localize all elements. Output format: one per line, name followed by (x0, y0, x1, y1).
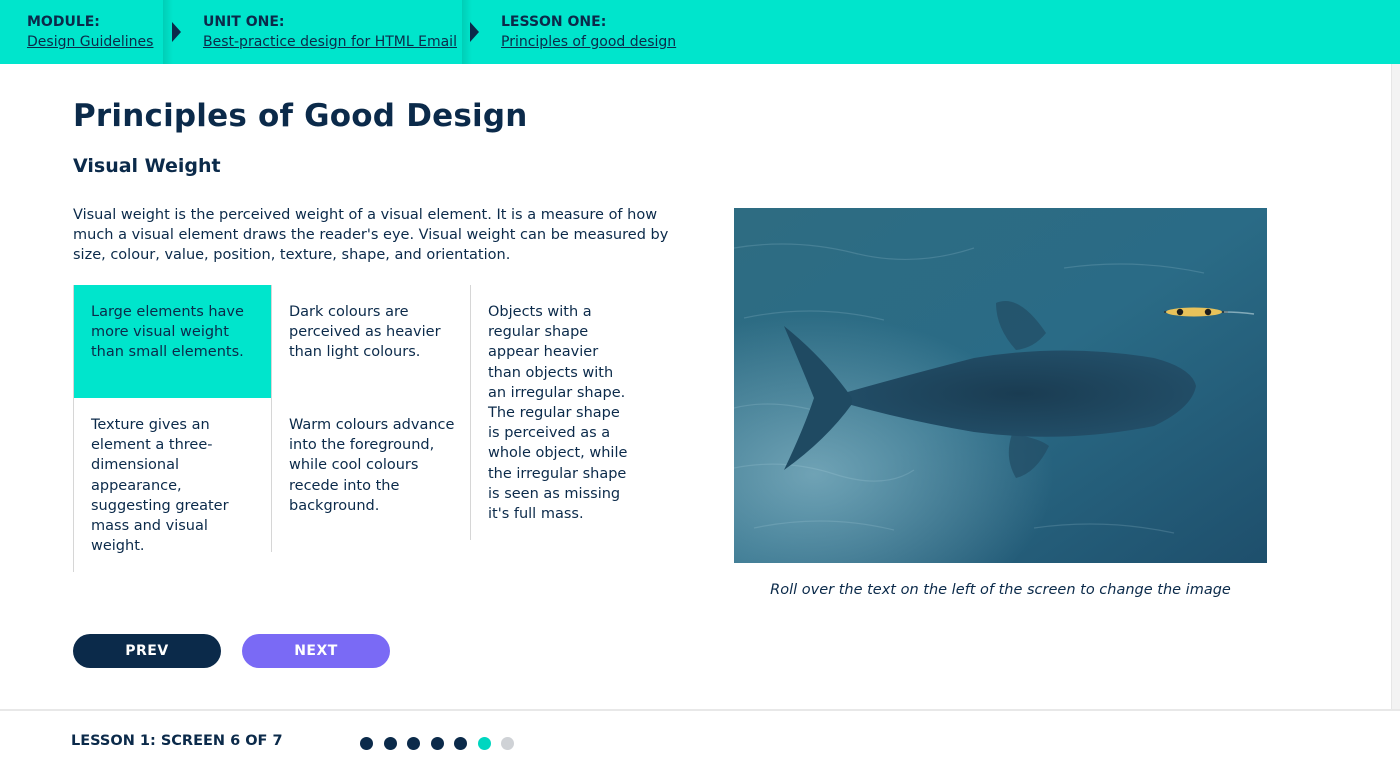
rollover-texture[interactable]: Texture gives an element a three-dimensi… (74, 398, 271, 572)
next-button[interactable]: NEXT (242, 634, 390, 668)
progress-dot-icon[interactable] (454, 737, 467, 750)
breadcrumb-arrow-icon (172, 22, 181, 42)
breadcrumb-module-title: MODULE: (27, 14, 100, 30)
progress-dot-icon[interactable] (477, 737, 491, 750)
image-caption: Roll over the text on the left of the sc… (770, 582, 1231, 598)
progress-dot-icon[interactable] (383, 737, 397, 750)
intro-paragraph: Visual weight is the perceived weight of… (73, 207, 669, 264)
progress-dot-icon[interactable] (430, 737, 444, 750)
progress-dots (360, 737, 514, 750)
progress-dot-icon[interactable] (501, 737, 514, 750)
grid-divider (271, 285, 272, 552)
breadcrumb-lesson-title: LESSON ONE: (501, 14, 607, 30)
breadcrumb-lesson-link[interactable]: Principles of good design (501, 32, 676, 52)
page-title: Principles of Good Design (73, 98, 528, 134)
breadcrumb-module: MODULE: Design Guidelines (27, 0, 153, 64)
breadcrumb-unit: UNIT ONE: Best-practice design for HTML … (203, 0, 457, 64)
breadcrumb-unit-title: UNIT ONE: (203, 14, 285, 30)
progress-label: LESSON 1: SCREEN 6 OF 7 (71, 733, 283, 749)
footer-divider (0, 709, 1400, 711)
scrollbar[interactable] (1391, 64, 1400, 709)
breadcrumb-unit-link[interactable]: Best-practice design for HTML Email (203, 32, 457, 52)
rollover-regular-shape[interactable]: Objects with a regular shape appear heav… (471, 285, 651, 540)
section-subtitle: Visual Weight (73, 155, 221, 177)
rollover-warm-colours[interactable]: Warm colours advance into the foreground… (272, 398, 471, 552)
breadcrumb-module-link[interactable]: Design Guidelines (27, 32, 153, 52)
breadcrumb-bar: MODULE: Design Guidelines UNIT ONE: Best… (0, 0, 1400, 64)
breadcrumb-arrow-icon (470, 22, 479, 42)
rollover-dark-colours[interactable]: Dark colours are perceived as heavier th… (272, 285, 471, 398)
grid-divider (73, 285, 74, 572)
prev-button[interactable]: PREV (73, 634, 221, 668)
progress-dot-icon[interactable] (407, 737, 420, 750)
rollover-large-elements[interactable]: Large elements have more visual weight t… (74, 285, 271, 398)
progress-dot-icon[interactable] (360, 737, 373, 750)
whale-kayak-photo (734, 208, 1267, 563)
breadcrumb-lesson: LESSON ONE: Principles of good design (501, 0, 676, 64)
grid-divider (470, 285, 471, 540)
